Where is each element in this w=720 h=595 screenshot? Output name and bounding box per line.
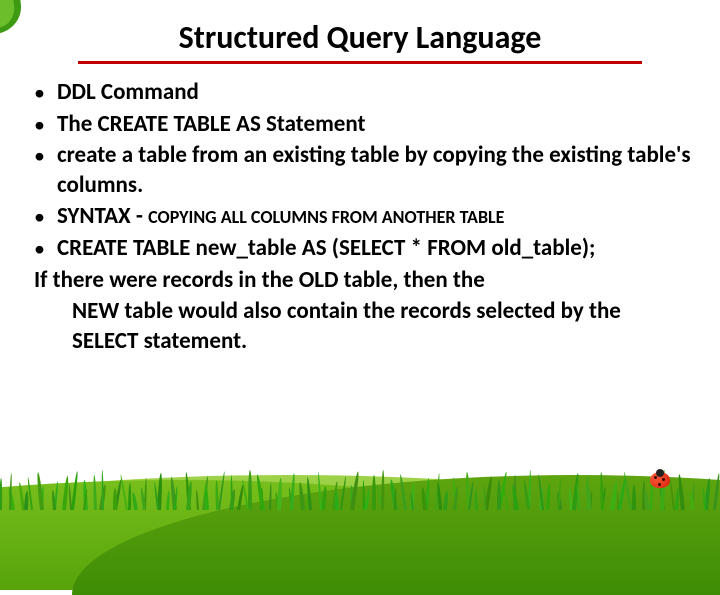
bullet-icon: • — [34, 234, 45, 264]
bullet-item: • The CREATE TABLE AS Statement — [32, 110, 692, 140]
bullet-icon: • — [34, 141, 45, 171]
bullet-text: The CREATE TABLE AS Statement — [57, 110, 692, 139]
footer-text-line: NEW table would also contain the records… — [32, 297, 692, 356]
ladybug-icon — [650, 472, 670, 488]
syntax-subtext: COPYING ALL COLUMNS FROM ANOTHER TABLE — [148, 206, 504, 228]
slide-title: Structured Query Language — [78, 18, 642, 64]
bullet-text: create a table from an existing table by… — [57, 141, 692, 200]
bullet-item: • CREATE TABLE new_table AS (SELECT * FR… — [32, 234, 692, 264]
syntax-prefix: SYNTAX - — [57, 202, 148, 230]
bullet-icon: • — [34, 202, 45, 232]
bullet-icon: • — [34, 110, 45, 140]
slide-content: • DDL Command • The CREATE TABLE AS Stat… — [28, 78, 692, 356]
bullet-text: DDL Command — [57, 78, 692, 107]
slide-body: Structured Query Language • DDL Command … — [0, 0, 720, 540]
bullet-item: • DDL Command — [32, 78, 692, 108]
bullet-text: SYNTAX - COPYING ALL COLUMNS FROM ANOTHE… — [57, 202, 692, 231]
bullet-icon: • — [34, 78, 45, 108]
bullet-text: CREATE TABLE new_table AS (SELECT * FROM… — [57, 234, 692, 263]
bullet-item: • create a table from an existing table … — [32, 141, 692, 200]
footer-text-line: If there were records in the OLD table, … — [32, 266, 692, 295]
bullet-item: • SYNTAX - COPYING ALL COLUMNS FROM ANOT… — [32, 202, 692, 232]
